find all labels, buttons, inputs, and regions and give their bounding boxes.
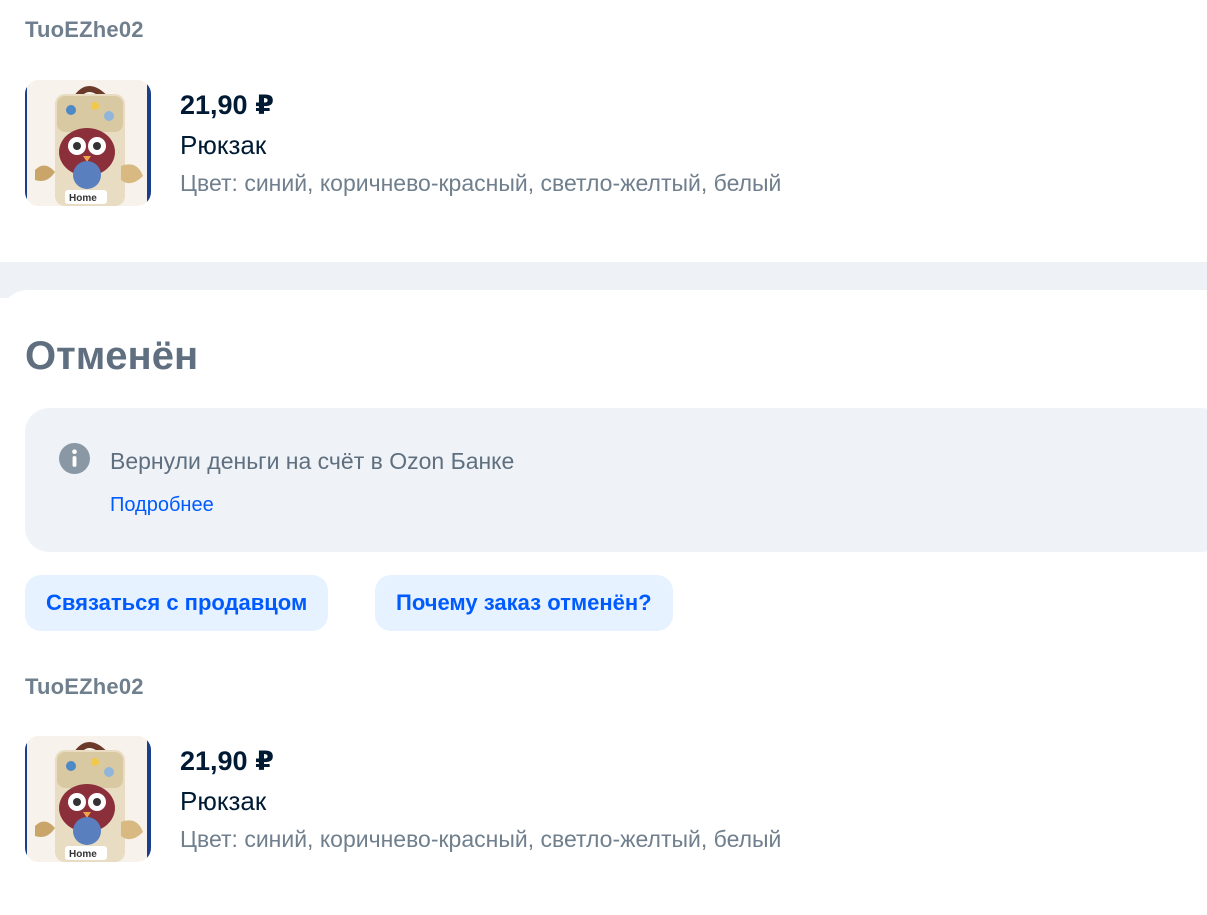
refund-info-text: Вернули деньги на счёт в Ozon Банке xyxy=(110,448,515,474)
status-title: Отменён xyxy=(25,334,199,378)
svg-text:Home: Home xyxy=(69,849,97,860)
refund-info-box: Вернули деньги на счёт в Ozon Банке Подр… xyxy=(25,408,1207,552)
seller-name[interactable]: TuoEZhe02 xyxy=(25,674,144,700)
product-name[interactable]: Рюкзак xyxy=(180,786,266,817)
why-cancelled-button[interactable]: Почему заказ отменён? xyxy=(375,575,673,631)
order-card-top: TuoEZhe02 Home 21,90 ₽ Рюкзак Цвет: сини… xyxy=(0,0,1207,260)
backpack-illustration: Home xyxy=(25,80,151,206)
contact-seller-button[interactable]: Связаться с продавцом xyxy=(25,575,329,631)
product-price: 21,90 ₽ xyxy=(180,746,274,776)
product-item[interactable]: Home 21,90 ₽ Рюкзак Цвет: синий, коричне… xyxy=(25,736,1175,866)
owl-backpack-image[interactable]: Home xyxy=(25,80,151,206)
product-color: Цвет: синий, коричнево-красный, светло-ж… xyxy=(180,826,782,852)
info-icon xyxy=(59,443,90,474)
product-name[interactable]: Рюкзак xyxy=(180,130,266,161)
more-details-link[interactable]: Подробнее xyxy=(110,494,214,517)
seller-name[interactable]: TuoEZhe02 xyxy=(25,17,144,43)
product-color: Цвет: синий, коричнево-красный, светло-ж… xyxy=(180,170,782,196)
order-page: TuoEZhe02 Home 21,90 ₽ Рюкзак Цвет: сини… xyxy=(0,0,1207,915)
backpack-illustration: Home xyxy=(25,736,151,862)
product-item[interactable]: Home 21,90 ₽ Рюкзак Цвет: синий, коричне… xyxy=(25,80,1175,210)
svg-text:Home: Home xyxy=(69,193,97,204)
owl-backpack-image[interactable]: Home xyxy=(25,736,151,862)
product-price: 21,90 ₽ xyxy=(180,90,274,120)
